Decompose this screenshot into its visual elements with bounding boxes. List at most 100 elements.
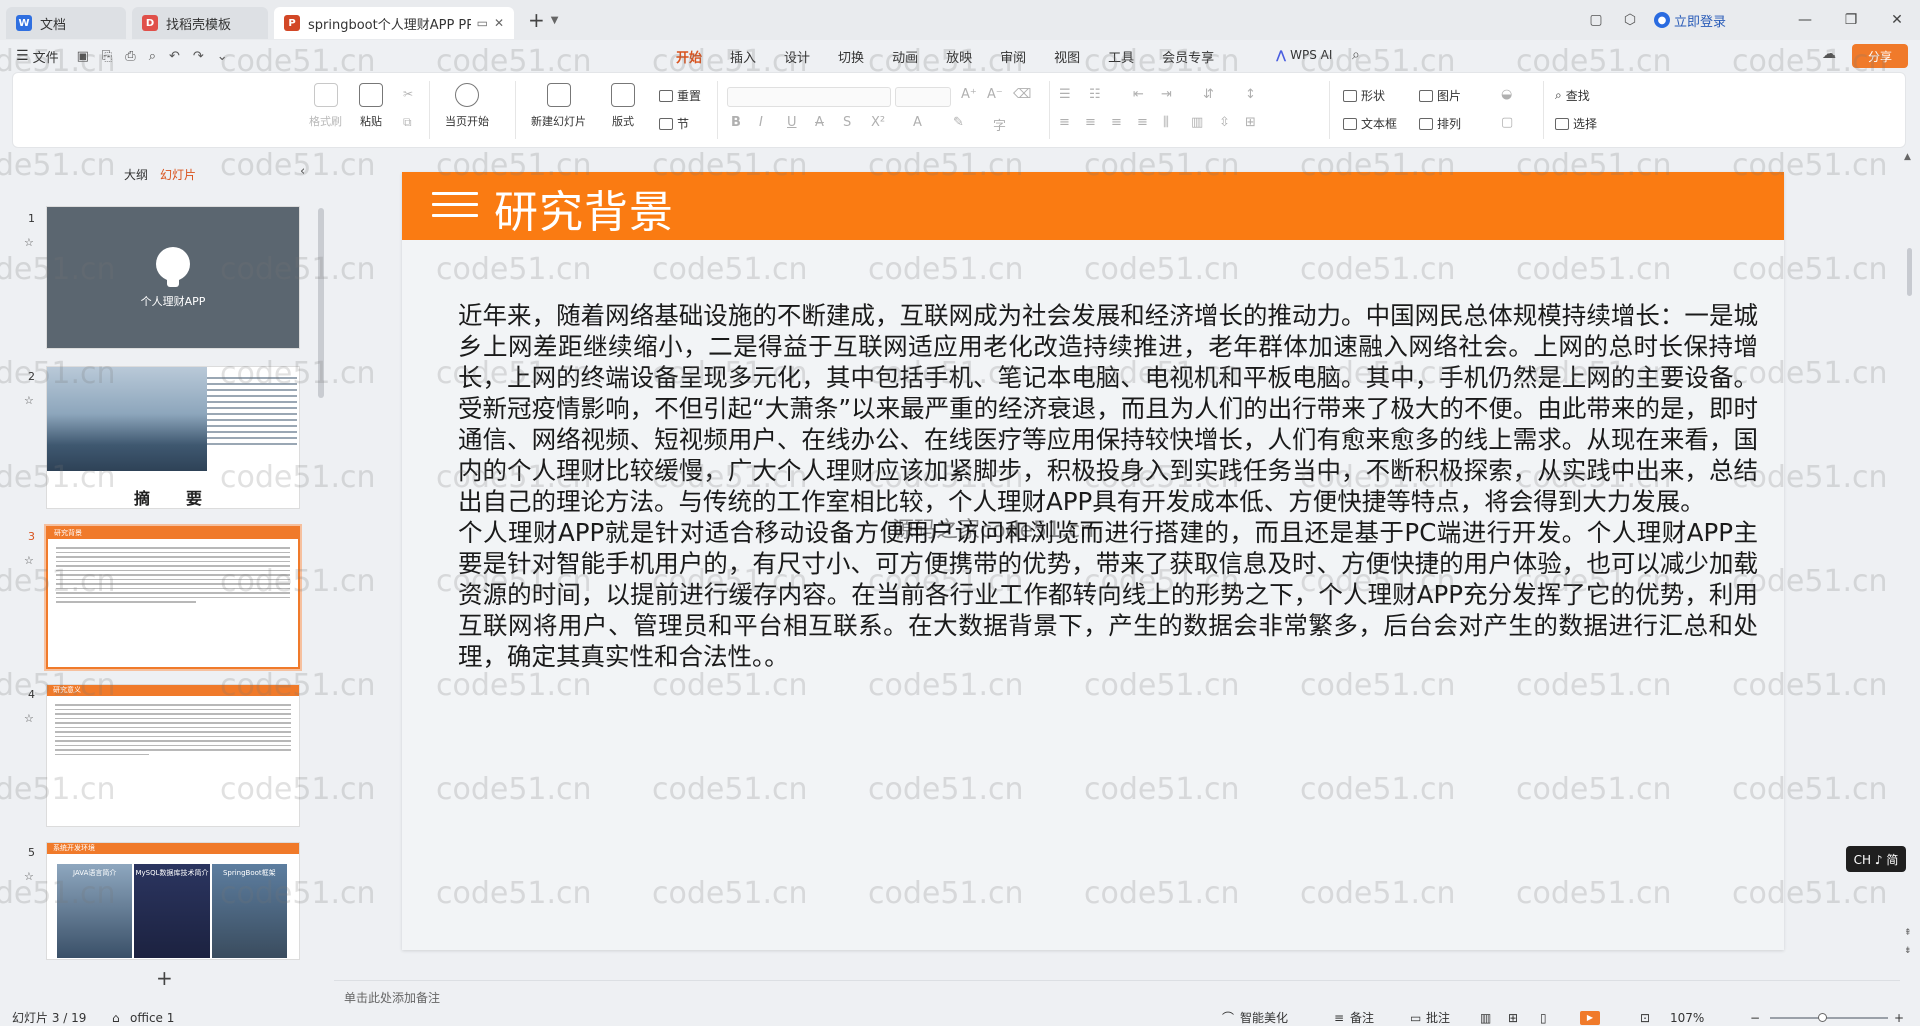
star-icon[interactable]: ☆ xyxy=(24,870,34,883)
comments-button[interactable]: 批注 xyxy=(1426,1010,1450,1026)
line-spacing-icon[interactable]: ↕ xyxy=(1245,87,1256,102)
find-button[interactable]: ⌕ 查找 xyxy=(1555,87,1590,104)
copy-icon[interactable]: ⧉ xyxy=(403,115,412,130)
panel-scrollbar[interactable] xyxy=(318,208,324,398)
menu-tab-home[interactable]: 开始 xyxy=(676,47,703,74)
window-close-icon[interactable]: ✕ xyxy=(1874,12,1920,28)
slide-title[interactable]: 研究背景 xyxy=(494,176,674,240)
menu-tab-view[interactable]: 视图 xyxy=(1054,47,1080,66)
chevron-down-icon[interactable]: ⌄ xyxy=(217,49,228,64)
new-slide-button[interactable]: 新建幻灯片 xyxy=(531,83,586,129)
zoom-level[interactable]: 107% xyxy=(1670,1010,1704,1026)
close-icon[interactable]: ✕ xyxy=(494,16,504,30)
grow-font-icon[interactable]: A⁺ xyxy=(961,87,977,102)
paste-button[interactable]: 粘贴 xyxy=(359,83,383,129)
reset-button[interactable]: 重置 xyxy=(659,87,701,104)
align-right-icon[interactable]: ≡ xyxy=(1111,115,1122,130)
theme-name[interactable]: office 1 xyxy=(130,1010,174,1026)
align-left-icon[interactable]: ≡ xyxy=(1059,115,1070,130)
menu-tab-slideshow[interactable]: 放映 xyxy=(946,47,972,66)
smart-art-icon[interactable]: ⊞ xyxy=(1245,115,1256,130)
tab-docs[interactable]: W 文档 xyxy=(6,7,126,39)
scrollbar-thumb[interactable] xyxy=(1907,248,1912,296)
share-button[interactable]: 分享 xyxy=(1852,44,1908,68)
print-icon[interactable]: ⎙ xyxy=(125,49,135,64)
section-button[interactable]: 节 xyxy=(659,115,689,132)
paragraph-spacing-icon[interactable]: ⇳ xyxy=(1219,115,1230,130)
zoom-in-icon[interactable]: + xyxy=(1894,1010,1904,1026)
slide-sorter-icon[interactable]: ⊞ xyxy=(1508,1010,1518,1026)
wps-ai-button[interactable]: ⋀ WPS AI xyxy=(1276,48,1332,62)
underline-icon[interactable]: U xyxy=(787,115,797,130)
cloud-upload-icon[interactable]: ☁ xyxy=(1822,46,1836,62)
minimize-icon[interactable]: — xyxy=(1782,12,1828,28)
ime-indicator[interactable]: CH ♪ 简 xyxy=(1846,846,1906,872)
monitor-icon[interactable]: ▭ xyxy=(477,16,488,30)
bullets-icon[interactable]: ☰ xyxy=(1059,87,1071,102)
menu-tab-animations[interactable]: 动画 xyxy=(892,47,918,66)
decrease-indent-icon[interactable]: ⇤ xyxy=(1133,87,1144,102)
fill-icon[interactable]: ◒ xyxy=(1501,87,1512,102)
tab-current-presentation[interactable]: P springboot个人理财APP PPT ▭ ✕ xyxy=(274,7,514,39)
play-slideshow-icon[interactable]: ▶ xyxy=(1580,1011,1600,1025)
star-icon[interactable]: ☆ xyxy=(24,712,34,725)
superscript-icon[interactable]: X² xyxy=(871,115,885,130)
collapse-panel-icon[interactable]: ‹ xyxy=(300,164,305,179)
text-direction-icon[interactable]: ⇵ xyxy=(1203,87,1214,102)
increase-indent-icon[interactable]: ⇥ xyxy=(1161,87,1172,102)
cube-icon[interactable]: ⬡ xyxy=(1620,12,1640,28)
undo-icon[interactable]: ↶ xyxy=(169,49,180,64)
tab-docer-templates[interactable]: D 找稻壳模板 xyxy=(132,7,268,39)
slide-thumbnail-1[interactable]: 个人理财APP xyxy=(46,206,300,349)
scroll-up-icon[interactable]: ▲ xyxy=(1904,152,1911,162)
char-spacing-icon[interactable]: 字 xyxy=(993,115,1006,134)
window-layout-icon[interactable]: ▢ xyxy=(1586,12,1606,28)
numbering-icon[interactable]: ☷ xyxy=(1089,87,1101,102)
font-family-select[interactable] xyxy=(727,87,891,107)
star-icon[interactable]: ☆ xyxy=(24,394,34,407)
layout-button[interactable]: 版式 xyxy=(611,83,635,129)
smart-beautify-button[interactable]: 智能美化 xyxy=(1240,1010,1288,1026)
strikethrough-icon[interactable]: A xyxy=(815,115,824,130)
slide-body-textbox[interactable]: 近年来，随着网络基础设施的不断建成，互联网成为社会发展和经济增长的推动力。中国网… xyxy=(458,300,1758,672)
add-slide-icon[interactable]: + xyxy=(156,966,173,990)
restore-icon[interactable]: ❐ xyxy=(1828,12,1874,28)
normal-view-icon[interactable]: ▥ xyxy=(1480,1010,1491,1026)
chevron-down-icon[interactable]: ▼ xyxy=(551,15,559,26)
menu-tab-review[interactable]: 审阅 xyxy=(1000,47,1026,66)
arrange-button[interactable]: 排列 xyxy=(1419,115,1461,132)
outline-icon[interactable]: ▢ xyxy=(1501,115,1513,130)
highlight-icon[interactable]: ✎ xyxy=(953,115,964,130)
picture-button[interactable]: 图片 xyxy=(1419,87,1461,104)
file-menu[interactable]: ☰ 文件 xyxy=(16,47,59,66)
menu-tab-insert[interactable]: 插入 xyxy=(730,47,756,66)
menu-tab-transitions[interactable]: 切换 xyxy=(838,47,864,66)
search-icon[interactable]: ⌕ xyxy=(1352,47,1360,63)
new-tab-button[interactable]: + xyxy=(528,8,545,32)
align-center-icon[interactable]: ≡ xyxy=(1085,115,1096,130)
zoom-out-icon[interactable]: − xyxy=(1750,1010,1760,1026)
notes-area[interactable]: 单击此处添加备注 xyxy=(334,980,1900,1012)
star-icon[interactable]: ☆ xyxy=(24,554,34,567)
textbox-button[interactable]: 文本框 xyxy=(1343,115,1397,132)
menu-tab-tools[interactable]: 工具 xyxy=(1108,47,1134,66)
next-slide-icon[interactable]: ⇟ xyxy=(1904,946,1912,956)
save-icon[interactable]: ▣ xyxy=(77,49,89,64)
play-from-current-button[interactable]: 当页开始 xyxy=(445,83,489,129)
slide-thumbnail-2[interactable]: 摘 要 xyxy=(46,366,300,509)
menu-tab-membership[interactable]: 会员专享 xyxy=(1162,47,1214,66)
shrink-font-icon[interactable]: A⁻ xyxy=(987,87,1003,102)
menu-tab-design[interactable]: 设计 xyxy=(784,47,810,66)
shape-button[interactable]: 形状 xyxy=(1343,87,1385,104)
prev-slide-icon[interactable]: ⇞ xyxy=(1904,928,1912,938)
bold-icon[interactable]: B xyxy=(731,115,741,130)
distribute-icon[interactable]: ⫼ xyxy=(1163,115,1169,130)
export-icon[interactable]: ⎘ xyxy=(102,49,112,64)
shadow-text-icon[interactable]: S xyxy=(843,115,851,130)
slide-thumbnail-5[interactable]: 系统开发环境 JAVA语言简介 MySQL数据库技术简介 SpringBoot框… xyxy=(46,842,300,960)
slide-thumbnail-4[interactable]: 研究意义 xyxy=(46,684,300,827)
format-painter-button[interactable]: 格式刷 xyxy=(309,83,342,129)
justify-icon[interactable]: ≡ xyxy=(1137,115,1148,130)
select-button[interactable]: 选择 xyxy=(1555,115,1597,132)
cut-icon[interactable]: ✂ xyxy=(403,87,413,101)
